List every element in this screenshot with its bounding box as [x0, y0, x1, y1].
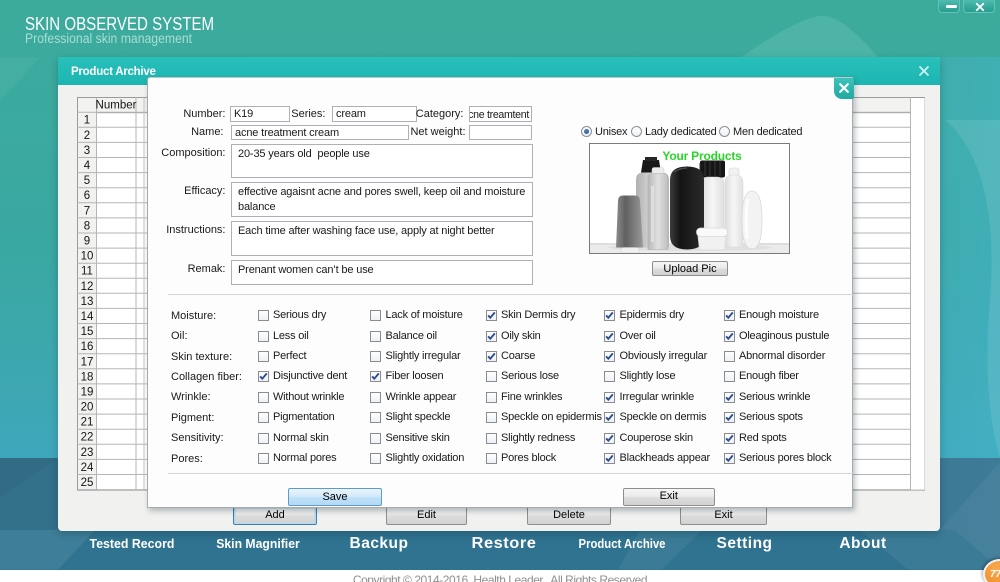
svg-text:13: 13 — [80, 296, 93, 308]
svg-text:20: 20 — [80, 402, 93, 414]
svg-text:12: 12 — [80, 281, 93, 293]
svg-text:9: 9 — [83, 236, 89, 248]
svg-text:14: 14 — [80, 311, 93, 323]
svg-text:8: 8 — [83, 220, 89, 232]
svg-text:15: 15 — [80, 326, 93, 338]
svg-text:11: 11 — [81, 266, 93, 278]
svg-text:6: 6 — [83, 190, 89, 202]
svg-text:10: 10 — [80, 251, 93, 263]
svg-text:23: 23 — [80, 447, 93, 459]
svg-text:16: 16 — [80, 341, 93, 353]
svg-text:2: 2 — [83, 130, 89, 142]
svg-text:Your Products: Your Products — [662, 149, 742, 163]
svg-text:1: 1 — [83, 115, 89, 127]
svg-text:19: 19 — [80, 387, 93, 399]
svg-text:25: 25 — [80, 477, 93, 489]
svg-text:Number: Number — [95, 100, 136, 112]
svg-text:5: 5 — [83, 175, 89, 187]
svg-text:7: 7 — [83, 205, 89, 217]
svg-text:4: 4 — [83, 160, 90, 172]
svg-text:21: 21 — [80, 417, 93, 429]
svg-text:22: 22 — [80, 432, 93, 444]
svg-text:18: 18 — [80, 371, 93, 383]
svg-text:3: 3 — [83, 145, 89, 157]
svg-text:17: 17 — [80, 356, 93, 368]
svg-text:24: 24 — [80, 462, 93, 474]
